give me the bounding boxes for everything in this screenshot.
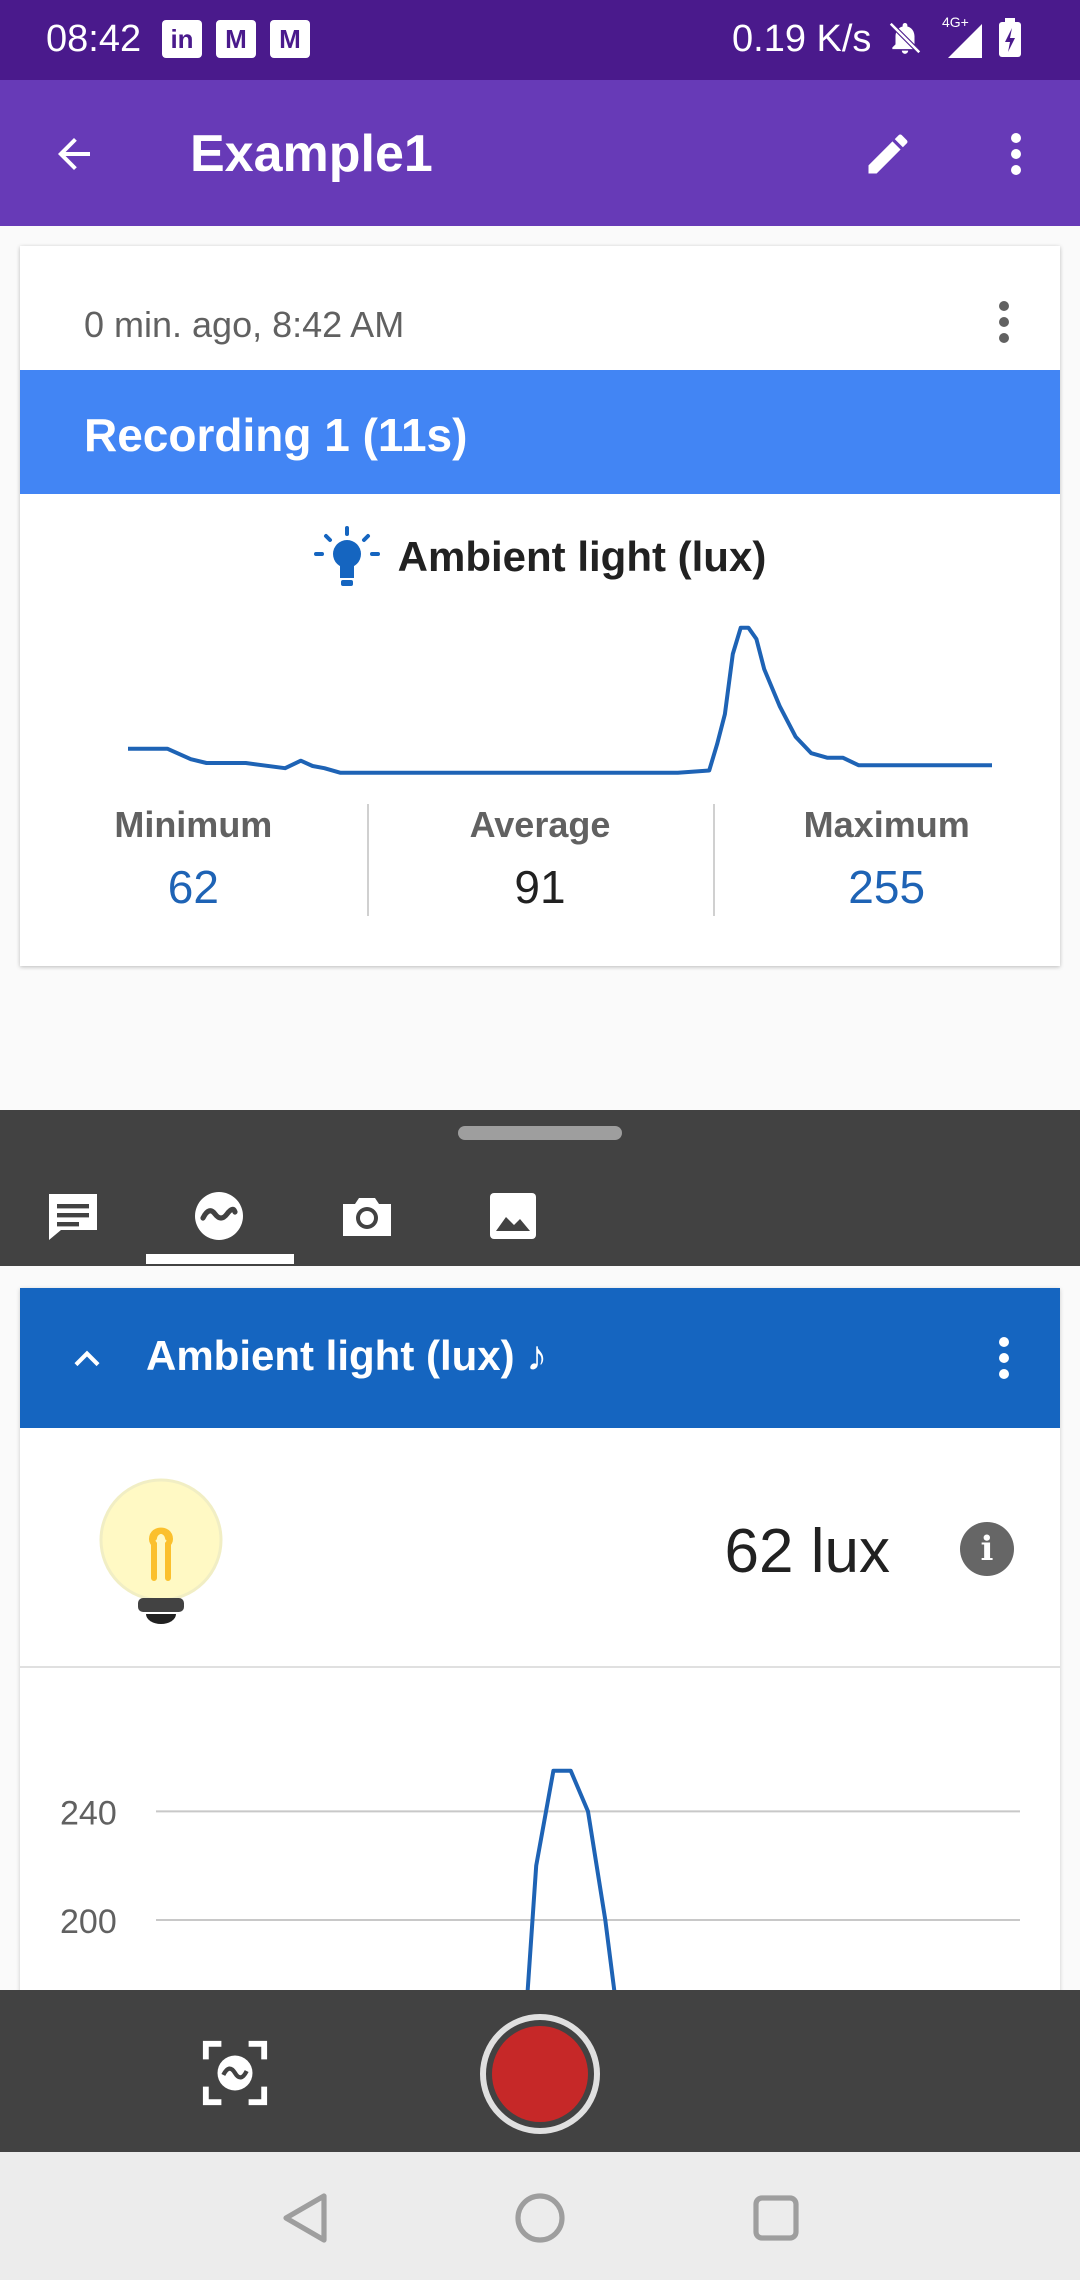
series-line: [128, 625, 992, 775]
system-indicators: 4G+: [886, 14, 1022, 58]
snapshot-icon[interactable]: [200, 2038, 270, 2108]
tab-sensors[interactable]: [146, 1166, 292, 1266]
recording-menu-button[interactable]: [984, 294, 1024, 350]
stat-label: Minimum: [114, 804, 273, 845]
stat-label: Average: [469, 804, 611, 845]
lightbulb-icon: [313, 526, 380, 586]
record-control-bar: [0, 1990, 1080, 2152]
pencil-icon: [868, 134, 908, 174]
sensor-reading-row: 62 lux i: [20, 1428, 1060, 1668]
sheet-toolbar: [0, 1110, 1080, 1266]
battery-charging-icon: [999, 18, 1021, 57]
y-tick-label: 240: [60, 1794, 117, 1832]
back-triangle-icon[interactable]: [276, 2188, 336, 2248]
more-vert-icon: [999, 301, 1009, 343]
tab-camera[interactable]: [294, 1166, 440, 1266]
gmail-icon: M: [270, 20, 310, 58]
recording-sensor-name: Ambient light (lux): [397, 533, 767, 580]
recording-card[interactable]: 0 min. ago, 8:42 AM Recording 1 (11s) Am…: [20, 246, 1060, 966]
overflow-menu-button[interactable]: [980, 118, 1052, 190]
image-icon: [490, 1193, 536, 1239]
sensor-menu-button[interactable]: [984, 1330, 1024, 1386]
notification-icons: in M M: [162, 20, 310, 58]
lightbulb-icon: [99, 1478, 223, 1624]
page-title: Example1: [190, 125, 433, 183]
y-tick-label: 200: [60, 1903, 117, 1941]
drag-handle[interactable]: [458, 1126, 622, 1140]
record-button[interactable]: [480, 2014, 600, 2134]
recording-timestamp: 0 min. ago, 8:42 AM: [84, 304, 405, 345]
linkedin-icon: in: [162, 20, 202, 58]
record-icon: [492, 2026, 588, 2122]
stat-label: Maximum: [803, 804, 970, 845]
camera-icon: [343, 1198, 391, 1236]
stat-value: 62: [167, 861, 219, 913]
recording-sensor-label: Ambient light (lux): [20, 526, 1060, 588]
recording-stats: Minimum 62 Average 91 Maximum 255: [20, 796, 1060, 916]
app-bar: Example1: [0, 80, 1080, 226]
info-icon[interactable]: i: [960, 1522, 1014, 1576]
home-circle-icon[interactable]: [510, 2188, 570, 2248]
stat-maximum: Maximum 255: [713, 796, 1060, 916]
tab-gallery[interactable]: [440, 1166, 586, 1266]
stat-average: Average 91: [366, 796, 714, 916]
chevron-up-icon[interactable]: [62, 1334, 112, 1384]
tab-indicator: [146, 1254, 294, 1264]
recording-sparkline: [128, 625, 992, 775]
system-nav-bar: [0, 2152, 1080, 2280]
note-icon: [49, 1194, 97, 1240]
sensor-card-header[interactable]: Ambient light (lux) ♪: [20, 1288, 1060, 1428]
edit-button[interactable]: [852, 118, 924, 190]
network-speed: 0.19 K/s: [732, 18, 872, 60]
sensor-card-title: Ambient light (lux) ♪: [146, 1332, 548, 1379]
tab-note[interactable]: [0, 1166, 146, 1266]
status-time: 08:42: [46, 18, 142, 60]
more-vert-icon: [999, 1337, 1009, 1379]
bell-off-icon: [889, 22, 921, 54]
status-bar: 08:42 in M M 0.19 K/s 4G+: [0, 0, 1080, 80]
recording-header[interactable]: Recording 1 (11s): [20, 370, 1060, 494]
stat-minimum: Minimum 62: [20, 796, 367, 916]
back-button[interactable]: [38, 118, 110, 190]
stat-value: 255: [848, 861, 926, 913]
arrow-back-icon: [58, 138, 90, 170]
sensor-reading-value: 62 lux: [724, 1517, 890, 1586]
gmail-icon: M: [216, 20, 256, 58]
stat-value: 91: [514, 861, 566, 913]
experiment-content: 0 min. ago, 8:42 AM Recording 1 (11s) Am…: [0, 226, 1080, 1110]
sensor-wave-icon: [195, 1192, 243, 1240]
recording-title: Recording 1 (11s): [84, 409, 468, 461]
more-vert-icon: [1011, 133, 1021, 175]
signal-icon: 4G+: [938, 14, 984, 58]
recents-square-icon[interactable]: [746, 2188, 806, 2248]
